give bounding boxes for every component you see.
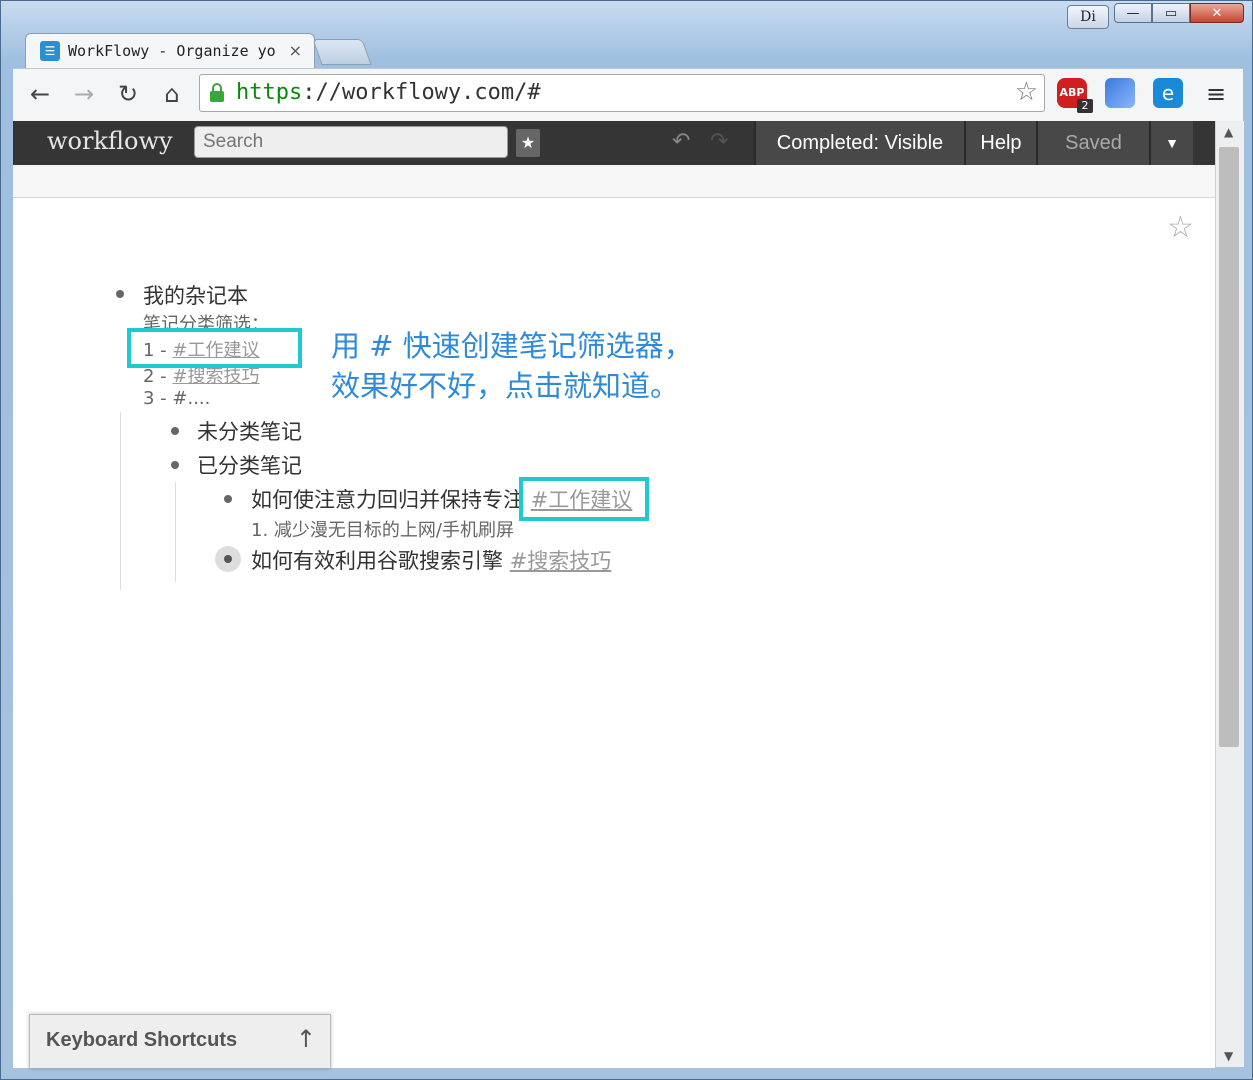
home-icon[interactable]: ⌂ [157,79,187,109]
tag-highlight-box [519,477,649,521]
adblock-badge: 2 [1077,99,1093,113]
extension-icon[interactable] [1105,78,1135,108]
url-path: ://workflowy.com/# [302,80,541,105]
child-guide-line [120,412,121,590]
minimize-button[interactable]: — [1114,3,1152,23]
window-controls: — ▭ ✕ [1114,3,1244,23]
scroll-up-arrow-icon[interactable]: ▲ [1224,125,1233,139]
scroll-thumb[interactable] [1219,147,1239,747]
note-prefix: 2 - [143,366,173,387]
root-note-line[interactable]: 3 - #.... [143,388,210,409]
browser-window: Di — ▭ ✕ ☰ WorkFlowy - Organize yo × ← →… [0,0,1253,1080]
completed-visible-button[interactable]: Completed: Visible [754,121,964,165]
settings-dropdown-button[interactable]: ▼ [1149,121,1193,165]
browser-toolbar: ← → ↻ ⌂ https://workflowy.com/# ☆ ABP 2 … [13,68,1243,121]
child-item-title[interactable]: 已分类笔记 [197,450,302,480]
page-breadcrumb-strip [13,165,1215,197]
tag-highlight-box [127,328,302,368]
workflowy-favicon-icon: ☰ [40,41,60,61]
keyboard-shortcuts-label: Keyboard Shortcuts [46,1029,238,1051]
grandchild-item-title[interactable]: 如何有效利用谷歌搜索引擎 #搜索技巧 [251,545,611,575]
undo-icon[interactable]: ↶ [672,129,690,154]
grandchild-bullet-hover[interactable] [215,546,241,572]
tab-title: WorkFlowy - Organize yo [68,42,276,60]
maximize-button[interactable]: ▭ [1152,3,1190,23]
grandchild-note[interactable]: 1. 减少漫无目标的上网/手机刷屏 [251,516,514,542]
item-text: 如何有效利用谷歌搜索引擎 [251,549,503,573]
annotation-line: 用 # 快速创建笔记筛选器， [331,329,693,363]
vertical-scrollbar[interactable]: ▲ ▼ [1215,121,1244,1067]
root-bullet[interactable] [116,290,124,298]
redo-icon[interactable]: ↷ [710,129,728,154]
url-text: https://workflowy.com/# [236,80,541,105]
bookmark-star-icon[interactable]: ☆ [1015,77,1038,107]
workflowy-logo[interactable]: workflowy [47,127,173,155]
child-bullet[interactable] [171,461,179,469]
star-page-icon[interactable]: ☆ [1167,210,1194,245]
grandchild-guide-line [175,482,176,582]
tag-link[interactable]: #搜索技巧 [510,549,612,573]
help-button[interactable]: Help [964,121,1036,165]
grandchild-bullet[interactable] [224,495,232,503]
item-text: 如何使注意力回归并保持专注 [251,488,524,512]
back-arrow-icon[interactable]: ← [25,79,55,109]
search-input[interactable] [194,126,508,158]
evernote-clip-icon[interactable]: e [1153,78,1183,108]
hamburger-menu-icon[interactable]: ≡ [1201,79,1231,109]
starred-pages-button[interactable]: ★ [516,129,540,157]
browser-tab-workflowy[interactable]: ☰ WorkFlowy - Organize yo × [25,33,315,69]
new-tab-button[interactable] [312,39,372,65]
root-item-title[interactable]: 我的杂记本 [143,280,248,310]
tab-close-icon[interactable]: × [289,41,302,60]
reload-icon[interactable]: ↻ [113,79,143,109]
keyboard-shortcuts-panel[interactable]: Keyboard Shortcuts ↑ [29,1014,331,1068]
lock-icon [210,83,224,102]
di-button[interactable]: Di [1067,5,1109,29]
outline-page: ☆ 我的杂记本 笔记分类筛选： 1 - #工作建议 2 - #搜索技巧 3 - … [13,197,1215,1068]
saved-status: Saved [1036,121,1149,165]
url-scheme: https [236,80,303,105]
child-bullet[interactable] [171,427,179,435]
forward-arrow-icon[interactable]: → [69,79,99,109]
workflowy-header: workflowy ★ ↶ ↷ Completed: Visible Help … [13,121,1215,165]
close-window-button[interactable]: ✕ [1190,3,1244,23]
child-item-title[interactable]: 未分类笔记 [197,416,302,446]
annotation-line: 效果好不好，点击就知道。 [331,369,680,403]
annotation-callout: 用 # 快速创建笔记筛选器， 效果好不好，点击就知道。 [331,326,693,406]
scroll-down-arrow-icon[interactable]: ▼ [1224,1049,1233,1063]
tag-link[interactable]: #搜索技巧 [172,366,259,387]
expand-arrow-icon[interactable]: ↑ [296,1025,316,1053]
address-bar[interactable]: https://workflowy.com/# ☆ [199,74,1045,112]
